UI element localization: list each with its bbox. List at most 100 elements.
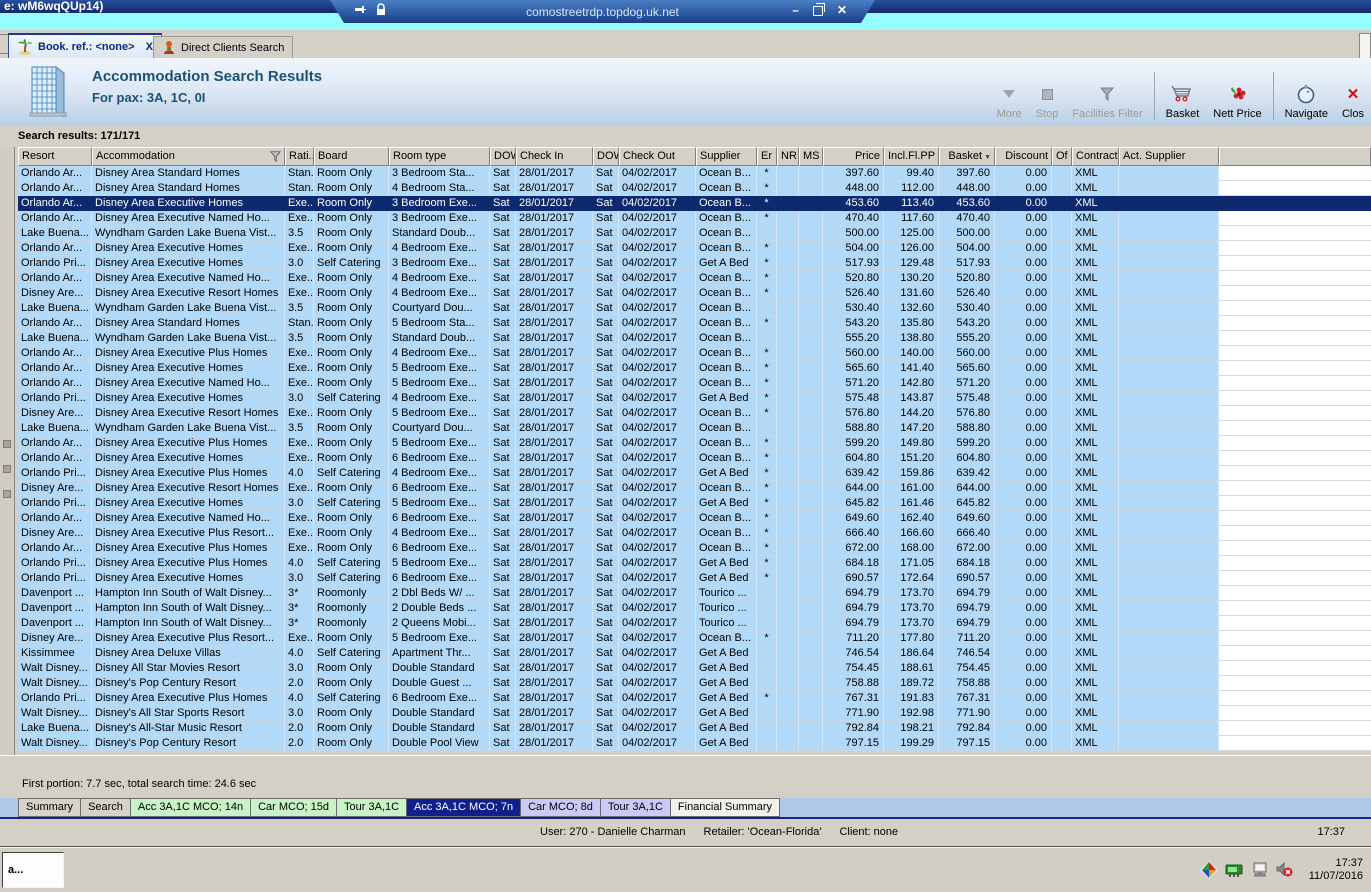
navigate-button[interactable]: Navigate	[1278, 68, 1335, 120]
table-row[interactable]: Orlando Pri... Disney Area Executive Home…	[18, 256, 1371, 271]
itinerary-tab-car-mco-8d[interactable]: Car MCO; 8d	[521, 798, 601, 817]
tab-scrollbar-fragment[interactable]	[1359, 33, 1371, 59]
table-row[interactable]: Orlando Pri... Disney Area Executive Home…	[18, 571, 1371, 586]
rdp-connection-bar[interactable]: comostreetrdp.topdog.uk.net – ✕	[330, 0, 875, 23]
table-row[interactable]: Orlando Pri... Disney Area Executive Plus…	[18, 691, 1371, 706]
table-cell	[777, 631, 799, 646]
table-row[interactable]: Walt Disney... Disney's All Star Sports R…	[18, 706, 1371, 721]
column-header-ms[interactable]: MS	[799, 147, 823, 166]
column-header-check-out[interactable]: Check Out	[619, 147, 696, 166]
column-header-accommodation[interactable]: Accommodation	[92, 147, 285, 166]
table-row[interactable]: Orlando Ar... Disney Area Executive Homes…	[18, 241, 1371, 256]
itinerary-tab-car-mco-15d[interactable]: Car MCO; 15d	[251, 798, 337, 817]
column-header-act-supplier[interactable]: Act. Supplier	[1119, 147, 1219, 166]
column-header-price[interactable]: Price	[823, 147, 884, 166]
table-row[interactable]: Orlando Pri... Disney Area Executive Plus…	[18, 556, 1371, 571]
column-header-of[interactable]: Of	[1052, 147, 1072, 166]
stop-button[interactable]: Stop	[1029, 68, 1066, 120]
more-button[interactable]: More	[990, 68, 1029, 120]
table-row[interactable]: Walt Disney... Disney's Pop Century Resor…	[18, 736, 1371, 751]
table-row[interactable]: Orlando Ar... Disney Area Executive Homes…	[18, 451, 1371, 466]
column-header-incl-fl-pp[interactable]: Incl.Fl.PP	[884, 147, 939, 166]
app-tab-2[interactable]: Direct Clients Search	[153, 36, 294, 59]
column-header-rati-[interactable]: Rati...	[285, 147, 314, 166]
table-row[interactable]: Disney Are... Disney Area Executive Resor…	[18, 481, 1371, 496]
table-cell: 04/02/2017	[619, 631, 696, 646]
audio-muted-icon[interactable]	[1276, 862, 1294, 878]
column-header-room-type[interactable]: Room type	[389, 147, 490, 166]
table-row[interactable]: Orlando Ar... Disney Area Executive Plus …	[18, 346, 1371, 361]
table-row[interactable]: Disney Are... Disney Area Executive Plus …	[18, 526, 1371, 541]
table-row[interactable]: Orlando Pri... Disney Area Executive Home…	[18, 391, 1371, 406]
table-row[interactable]: Disney Are... Disney Area Executive Resor…	[18, 406, 1371, 421]
table-row[interactable]: Orlando Ar... Disney Area Executive Named…	[18, 271, 1371, 286]
antivirus-icon[interactable]	[1199, 861, 1218, 879]
table-row[interactable]: Lake Buena... Wyndham Garden Lake Buena V…	[18, 301, 1371, 316]
table-row[interactable]: Orlando Ar... Disney Area Standard Homes S…	[18, 166, 1371, 181]
column-header-basket[interactable]: Basket ▼	[939, 147, 995, 166]
itinerary-tab-tour-3a-1c[interactable]: Tour 3A,1C	[337, 798, 408, 817]
facilities-filter-button[interactable]: Facilities Filter	[1065, 68, 1149, 120]
table-row[interactable]: Orlando Pri... Disney Area Executive Plus…	[18, 466, 1371, 481]
table-cell: XML	[1072, 616, 1119, 631]
table-row[interactable]: Orlando Ar... Disney Area Executive Homes…	[18, 361, 1371, 376]
column-header-resort[interactable]: Resort	[18, 147, 92, 166]
table-row[interactable]: Orlando Ar... Disney Area Executive Named…	[18, 211, 1371, 226]
table-row[interactable]: Orlando Pri... Disney Area Executive Home…	[18, 496, 1371, 511]
minimize-button[interactable]: –	[792, 3, 799, 17]
table-row[interactable]: Orlando Ar... Disney Area Executive Homes…	[18, 196, 1371, 211]
column-header-discount[interactable]: Discount	[995, 147, 1052, 166]
itinerary-tab-search[interactable]: Search	[81, 798, 131, 817]
column-header-supplier[interactable]: Supplier	[696, 147, 757, 166]
left-gutter-scrollbar[interactable]	[0, 147, 15, 755]
table-row[interactable]: Davenport ... Hampton Inn South of Walt D…	[18, 601, 1371, 616]
taskbar-button[interactable]: a...	[2, 852, 64, 888]
table-cell: 604.80	[939, 451, 995, 466]
table-row[interactable]: Walt Disney... Disney All Star Movies Res…	[18, 661, 1371, 676]
itinerary-tab-summary[interactable]: Summary	[18, 798, 82, 817]
table-row[interactable]: Lake Buena... Wyndham Garden Lake Buena V…	[18, 421, 1371, 436]
itinerary-tab-financial-summary[interactable]: Financial Summary	[670, 798, 781, 817]
table-cell	[1052, 556, 1072, 571]
close-button[interactable]: ✕	[837, 3, 847, 17]
table-row[interactable]: Orlando Ar... Disney Area Executive Named…	[18, 376, 1371, 391]
table-row[interactable]: Orlando Ar... Disney Area Executive Plus …	[18, 436, 1371, 451]
table-cell: 142.80	[884, 376, 939, 391]
itinerary-tab-acc-3a-1c-mco-7n[interactable]: Acc 3A,1C MCO; 7n	[407, 798, 522, 817]
display-icon[interactable]	[1252, 862, 1269, 878]
column-header-nr[interactable]: NR	[777, 147, 799, 166]
itinerary-tab-acc-3a-1c-mco-14n[interactable]: Acc 3A,1C MCO; 14n	[130, 798, 252, 817]
table-row[interactable]: Kissimmee Disney Area Deluxe Villas 4.0 Sel…	[18, 646, 1371, 661]
table-row[interactable]: Orlando Ar... Disney Area Standard Homes S…	[18, 181, 1371, 196]
table-row[interactable]: Walt Disney... Disney's Pop Century Resor…	[18, 676, 1371, 691]
table-row[interactable]: Orlando Ar... Disney Area Standard Homes S…	[18, 316, 1371, 331]
table-row[interactable]: Lake Buena... Wyndham Garden Lake Buena V…	[18, 226, 1371, 241]
table-row[interactable]: Davenport ... Hampton Inn South of Walt D…	[18, 616, 1371, 631]
table-row[interactable]: Disney Are... Disney Area Executive Resor…	[18, 286, 1371, 301]
column-header-contract[interactable]: Contract	[1072, 147, 1119, 166]
table-row[interactable]: Orlando Ar... Disney Area Executive Plus …	[18, 541, 1371, 556]
table-row[interactable]: Orlando Ar... Disney Area Executive Named…	[18, 511, 1371, 526]
table-cell: Orlando Pri...	[18, 256, 92, 271]
column-header-er[interactable]: Er	[757, 147, 777, 166]
tab-close-icon[interactable]: X	[146, 41, 153, 53]
app-tab-1[interactable]: Book. ref.: <none> X	[8, 33, 162, 59]
column-header-check-in[interactable]: Check In	[516, 147, 593, 166]
column-header-board[interactable]: Board	[314, 147, 389, 166]
filter-icon[interactable]	[270, 151, 281, 162]
clos-button[interactable]: ✕ Clos	[1335, 68, 1371, 121]
table-row[interactable]: Davenport ... Hampton Inn South of Walt D…	[18, 586, 1371, 601]
table-row[interactable]: Disney Are... Disney Area Executive Plus …	[18, 631, 1371, 646]
itinerary-tab-tour-3a-1c[interactable]: Tour 3A,1C	[600, 798, 671, 817]
restore-button[interactable]	[813, 3, 823, 17]
column-header-dow[interactable]: DOW	[490, 147, 516, 166]
column-header-dow[interactable]: DOW	[593, 147, 619, 166]
nett-price-button[interactable]: Nett Price	[1206, 68, 1268, 120]
table-row[interactable]: Lake Buena... Wyndham Garden Lake Buena V…	[18, 331, 1371, 346]
network-icon[interactable]	[1225, 863, 1245, 878]
table-cell: XML	[1072, 286, 1119, 301]
table-cell: Sat	[490, 256, 516, 271]
table-row[interactable]: Lake Buena... Disney's All-Star Music Res…	[18, 721, 1371, 736]
table-cell: 672.00	[823, 541, 884, 556]
basket-button[interactable]: Basket	[1159, 68, 1207, 120]
